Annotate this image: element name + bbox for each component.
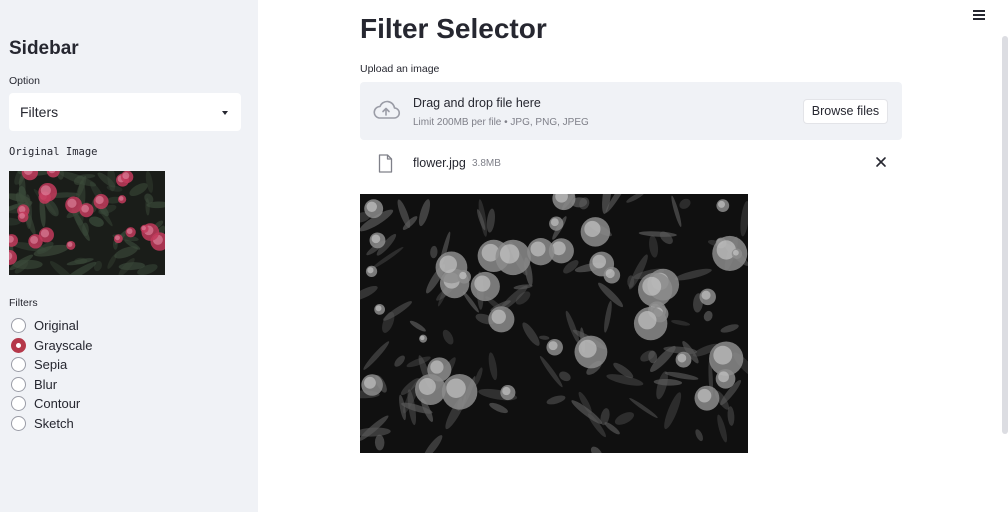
radio-label: Blur — [34, 376, 58, 392]
dropzone-limit-text: Limit 200MB per file • JPG, PNG, JPEG — [413, 117, 589, 128]
radio-button[interactable] — [11, 396, 26, 411]
uploaded-file-row: flower.jpg 3.8MB — [360, 148, 902, 178]
radio-button[interactable] — [11, 415, 26, 431]
original-image-caption: Original Image — [9, 146, 98, 158]
radio-label: Sketch — [34, 415, 74, 431]
option-label: Option — [9, 75, 40, 87]
file-icon — [378, 154, 393, 173]
browse-files-button[interactable]: Browse files — [803, 99, 888, 124]
upload-label: Upload an image — [360, 63, 440, 75]
radio-button[interactable] — [11, 318, 26, 333]
radio-button[interactable] — [11, 376, 26, 392]
sidebar: Sidebar Option Filters Original Image Fi… — [0, 0, 258, 512]
hamburger-menu-icon[interactable] — [973, 10, 985, 20]
file-size: 3.8MB — [472, 158, 501, 169]
sidebar-title: Sidebar — [9, 38, 79, 59]
page-title: Filter Selector — [360, 13, 547, 44]
dropzone-title: Drag and drop file here — [413, 96, 541, 110]
file-name: flower.jpg — [413, 156, 466, 170]
radio-button-selected[interactable] — [11, 337, 26, 353]
scrollbar[interactable] — [1002, 36, 1008, 434]
option-select[interactable]: Filters — [9, 93, 241, 131]
close-icon[interactable] — [875, 156, 887, 168]
option-select-value: Filters — [20, 104, 59, 120]
radio-label: Original — [34, 318, 79, 333]
chevron-down-icon — [222, 111, 228, 115]
radio-label: Sepia — [34, 357, 68, 372]
radio-label: Grayscale — [34, 337, 93, 353]
radio-button[interactable] — [11, 357, 26, 372]
filters-label: Filters — [9, 297, 38, 309]
cloud-upload-icon — [373, 100, 401, 119]
radio-label: Contour — [34, 396, 81, 411]
filtered-image — [360, 194, 748, 453]
original-image — [9, 171, 165, 275]
